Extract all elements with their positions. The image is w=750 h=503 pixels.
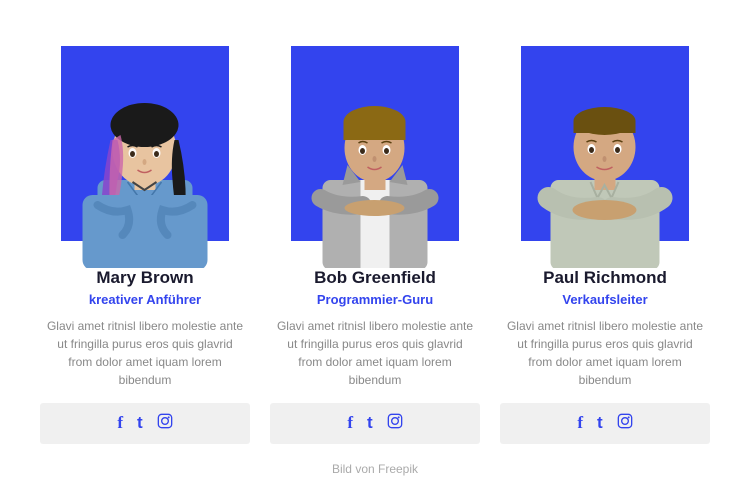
footer-note: Bild von Freepik	[332, 462, 418, 476]
person-image-bob	[283, 50, 468, 268]
instagram-icon-bob[interactable]	[387, 413, 403, 434]
member-name-paul: Paul Richmond	[543, 268, 667, 288]
member-desc-mary: Glavi amet ritnisl libero molestie ante …	[40, 317, 250, 389]
facebook-icon-mary[interactable]: f	[117, 413, 123, 434]
photo-container-paul	[505, 38, 705, 268]
instagram-icon-mary[interactable]	[157, 413, 173, 434]
member-role-mary: kreativer Anführer	[89, 292, 201, 307]
member-name-mary: Mary Brown	[96, 268, 193, 288]
person-image-paul	[513, 50, 698, 268]
team-card-mary: Mary Brown kreativer Anführer Glavi amet…	[40, 38, 250, 444]
twitter-icon-paul[interactable]: t	[597, 413, 603, 434]
member-desc-paul: Glavi amet ritnisl libero molestie ante …	[500, 317, 710, 389]
team-card-paul: Paul Richmond Verkaufsleiter Glavi amet …	[500, 38, 710, 444]
team-cards: Mary Brown kreativer Anführer Glavi amet…	[30, 38, 720, 444]
instagram-icon-paul[interactable]	[617, 413, 633, 434]
twitter-icon-mary[interactable]: t	[137, 413, 143, 434]
member-role-bob: Programmier-Guru	[317, 292, 433, 307]
social-bar-paul: f t	[500, 403, 710, 444]
facebook-icon-paul[interactable]: f	[577, 413, 583, 434]
team-card-bob: Bob Greenfield Programmier-Guru Glavi am…	[270, 38, 480, 444]
social-bar-mary: f t	[40, 403, 250, 444]
photo-container-bob	[275, 38, 475, 268]
person-image-mary	[53, 50, 238, 268]
photo-container-mary	[45, 38, 245, 268]
member-role-paul: Verkaufsleiter	[562, 292, 647, 307]
facebook-icon-bob[interactable]: f	[347, 413, 353, 434]
team-section: Mary Brown kreativer Anführer Glavi amet…	[0, 18, 750, 486]
member-name-bob: Bob Greenfield	[314, 268, 436, 288]
social-bar-bob: f t	[270, 403, 480, 444]
member-desc-bob: Glavi amet ritnisl libero molestie ante …	[270, 317, 480, 389]
twitter-icon-bob[interactable]: t	[367, 413, 373, 434]
